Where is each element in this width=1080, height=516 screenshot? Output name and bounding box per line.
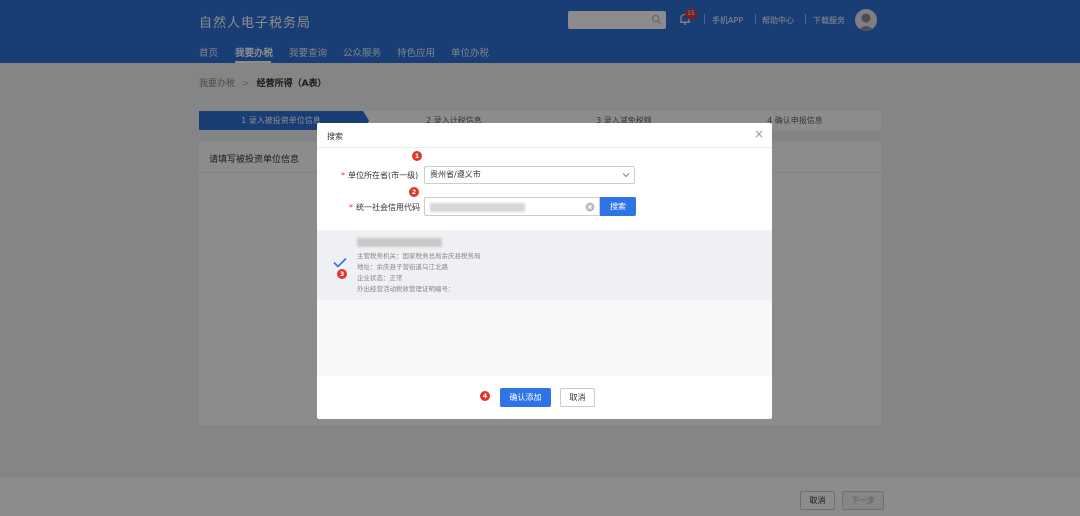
province-select[interactable]: 贵州省/遵义市 [424,166,635,184]
annotation-badge-2: 2 [409,187,419,197]
chevron-down-icon [622,173,630,178]
close-icon[interactable]: × [754,128,764,140]
credit-code-label-text: 统一社会信用代码 [356,203,420,212]
redacted-value [430,203,525,212]
province-label: * 单位所在省(市一级) [341,170,418,181]
result-item[interactable]: 3 主管税务机关：国家税务总局余庆县税务局 地址：余庆县子营街道乌江北路 企业状… [317,230,772,300]
confirm-add-button[interactable]: 确认添加 [500,388,551,407]
redacted-company-name [357,238,442,247]
result-address: 地址：余庆县子营街道乌江北路 [357,263,448,271]
required-mark: * [341,171,345,180]
province-label-text: 单位所在省(市一级) [348,171,419,180]
clear-icon[interactable] [585,202,595,212]
result-status: 企业状态：正常 [357,274,403,282]
credit-code-label: * 统一社会信用代码 [349,202,420,213]
annotation-badge-4: 4 [480,391,490,401]
result-tax-authority: 主管税务机关：国家税务总局余庆县税务局 [357,252,481,260]
dialog-title: 搜索 [327,132,343,141]
result-list: 3 主管税务机关：国家税务总局余庆县税务局 地址：余庆县子营街道乌江北路 企业状… [317,230,772,376]
check-icon [333,257,347,268]
search-dialog: 搜索 × 1 * 单位所在省(市一级) 贵州省/遵义市 2 * 统一社会信用代码 搜… [317,123,772,419]
required-mark: * [349,203,353,212]
credit-code-input[interactable] [424,197,600,216]
annotation-badge-3: 3 [337,269,347,279]
annotation-badge-1: 1 [412,151,422,161]
dialog-header: 搜索 × [317,123,772,148]
province-select-value: 贵州省/遵义市 [430,170,481,179]
dialog-cancel-button[interactable]: 取消 [560,388,595,407]
search-button[interactable]: 搜索 [600,197,636,216]
result-cert-number: 外出经营活动税收管理证明编号： [357,285,455,293]
